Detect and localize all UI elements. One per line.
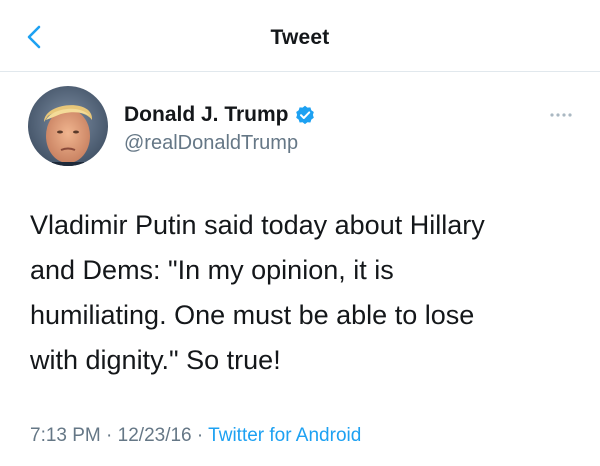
meta-separator: · xyxy=(100,425,118,446)
tweet-metadata: 7:13 PM · 12/23/16 · Twitter for Android xyxy=(30,424,361,448)
top-navigation-bar: Tweet xyxy=(0,0,600,72)
tweet-text: Vladimir Putin said today about Hillary … xyxy=(30,210,485,375)
tweet-time: 7:13 PM xyxy=(30,425,101,446)
more-options-button[interactable] xyxy=(547,108,575,122)
verified-badge-icon xyxy=(295,105,315,125)
page-title: Tweet xyxy=(270,26,330,49)
author-name: Donald J. Trump xyxy=(124,103,289,126)
tweet-date: 12/23/16 xyxy=(117,425,192,446)
profile-photo xyxy=(28,86,108,166)
meta-separator: · xyxy=(191,425,209,446)
more-dots-icon xyxy=(550,113,572,117)
tweet-source-link[interactable]: Twitter for Android xyxy=(208,425,361,446)
author-name-row[interactable]: Donald J. Trump xyxy=(124,103,315,127)
avatar[interactable] xyxy=(28,86,108,166)
author-handle[interactable]: @realDonaldTrump xyxy=(124,131,298,155)
